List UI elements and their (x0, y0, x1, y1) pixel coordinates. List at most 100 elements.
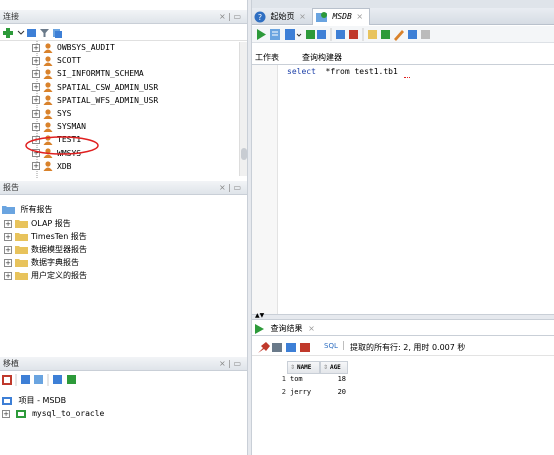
migration-project[interactable]: 项目 - MSDB (2, 394, 66, 407)
report-folder[interactable]: + OLAP 报告 (4, 217, 71, 230)
cell-name[interactable]: jerry (290, 388, 311, 396)
col-header-age-label: AGE (329, 364, 341, 371)
sql-keyword: select (287, 67, 316, 76)
sql-rest: *from test1.tb1 (325, 67, 398, 76)
expand-icon[interactable]: + (32, 69, 40, 78)
connections-scrollbar[interactable] (239, 42, 247, 176)
reports-root[interactable]: 所有报告 (2, 203, 53, 216)
cell-name[interactable]: tom (290, 375, 303, 383)
top-strip (252, 0, 554, 8)
expand-icon[interactable]: + (32, 122, 40, 131)
cell-age[interactable]: 20 (320, 388, 346, 396)
expand-icon[interactable]: + (4, 271, 12, 280)
col-header-age[interactable]: ⇕ AGE (320, 361, 348, 374)
expand-icon[interactable]: + (32, 43, 40, 52)
close-icon[interactable]: × (299, 12, 306, 21)
results-toolbar-icons[interactable] (257, 341, 312, 354)
connections-panel-controls[interactable]: × | ▭ (219, 10, 241, 23)
reports-panel-title: 报告 (3, 183, 19, 192)
expand-icon[interactable]: + (4, 219, 12, 228)
test1-highlight-circle (25, 136, 99, 155)
collapse-arrows-icon[interactable]: ▲▼ (255, 312, 264, 319)
connections-panel-title: 连接 (3, 12, 19, 21)
expand-icon[interactable]: + (4, 258, 12, 267)
user-icon (43, 108, 53, 119)
tree-item-user[interactable]: + SYS (32, 107, 71, 120)
report-folder-label: TimesTen 报告 (31, 232, 87, 241)
results-toolbar: SQL | 提取的所有行: 2, 用时 0.007 秒 (252, 339, 554, 356)
tree-item-user[interactable]: + OWBSYS_AUDIT (32, 41, 115, 54)
tab-query-results[interactable]: 查询结果 × (254, 322, 315, 336)
tab-msdb-label: MSDB (332, 12, 352, 21)
results-splitter[interactable]: ▲▼ (252, 312, 554, 320)
expand-icon[interactable]: + (4, 232, 12, 241)
cell-age[interactable]: 18 (320, 375, 346, 383)
tree-item-user[interactable]: + XDB (32, 160, 71, 173)
report-folder[interactable]: + 用户定义的报告 (4, 269, 87, 282)
user-icon (43, 69, 53, 79)
tree-item-user[interactable]: + SPATIAL_CSW_ADMIN_USR (32, 81, 158, 94)
sql-link[interactable]: SQL (324, 342, 338, 350)
tab-query-results-label: 查询结果 (270, 324, 303, 333)
sql-editor[interactable]: select *from test1.tb1 (252, 65, 554, 314)
row-number: 1 (281, 375, 286, 383)
expand-icon[interactable]: + (32, 109, 40, 118)
connections-toolbar (0, 25, 247, 41)
migration-panel-controls[interactable]: × | ▭ (219, 357, 241, 370)
sort-icon: ⇕ (290, 364, 296, 371)
close-icon[interactable]: × (356, 12, 363, 21)
connections-panel-header: 连接 × | ▭ (0, 10, 247, 24)
tab-msdb[interactable]: MSDB × (312, 8, 370, 25)
report-folder[interactable]: + TimesTen 报告 (4, 230, 87, 243)
svg-text:?: ? (258, 13, 262, 22)
tab-start-page[interactable]: ? 起始页 × (254, 9, 309, 25)
tree-item-label: SYS (57, 109, 72, 118)
tab-start-page-label: 起始页 (270, 12, 295, 21)
tree-item-label: SPATIAL_WFS_ADMIN_USR (57, 95, 159, 105)
report-folder-label: 数据字典报告 (31, 258, 79, 267)
tree-item-label: SYSMAN (57, 122, 86, 132)
start-page-icon: ? (254, 11, 266, 22)
connections-toolbar-icons[interactable] (3, 27, 63, 39)
report-folder[interactable]: + 数据模型器报告 (4, 243, 87, 256)
reports-panel-header: 报告 × | ▭ (0, 181, 247, 195)
expand-icon[interactable]: + (32, 83, 40, 92)
report-folder-label: 数据模型器报告 (31, 245, 87, 254)
tree-item-user[interactable]: + SCOTT (32, 54, 81, 67)
folder-icon (15, 272, 28, 280)
subtab-query-builder[interactable]: 查询构建器 (302, 52, 342, 63)
tree-item-user[interactable]: + SYSMAN (32, 120, 86, 133)
expand-icon[interactable]: + (32, 56, 40, 65)
expand-icon[interactable]: + (32, 162, 40, 171)
user-icon (43, 42, 53, 53)
reports-panel-controls[interactable]: × | ▭ (219, 181, 241, 194)
tree-item-label: XDB (57, 161, 72, 171)
close-icon[interactable]: × (308, 324, 315, 333)
tree-item-label: SPATIAL_CSW_ADMIN_USR (57, 82, 159, 92)
user-icon (43, 161, 53, 172)
migration-panel-header: 移植 × | ▭ (0, 357, 247, 371)
play-icon (255, 323, 264, 334)
project-icon (2, 396, 12, 405)
tree-item-user[interactable]: + SI_INFORMTN_SCHEMA (32, 67, 144, 80)
tree-item-label: SCOTT (57, 56, 82, 66)
tree-item-label: OWBSYS_AUDIT (57, 43, 115, 52)
sql-line[interactable]: select *from test1.tb1 (287, 67, 398, 76)
user-icon (43, 95, 53, 106)
expand-icon[interactable]: + (32, 96, 40, 105)
col-header-name-label: NAME (296, 364, 312, 371)
migration-toolbar-icons[interactable] (2, 374, 97, 386)
col-header-name[interactable]: ⇕ NAME (287, 361, 320, 374)
tree-item-user[interactable]: + SPATIAL_WFS_ADMIN_USR (32, 94, 158, 107)
expand-icon[interactable]: + (2, 409, 10, 418)
editor-toolbar-icons[interactable] (256, 28, 486, 41)
migration-child[interactable]: + mysql_to_oracle (2, 407, 104, 420)
worksheet-icon (316, 11, 327, 22)
results-status: 提取的所有行: 2, 用时 0.007 秒 (350, 343, 466, 352)
report-folder-label: 用户定义的报告 (31, 271, 87, 280)
expand-icon[interactable]: + (4, 245, 12, 254)
tree-item-label: SI_INFORMTN_SCHEMA (57, 69, 144, 79)
editor-tabbar: ? 起始页 × MSDB × (252, 8, 554, 25)
report-folder[interactable]: + 数据字典报告 (4, 256, 79, 269)
subtab-worksheet[interactable]: 工作表 (255, 52, 279, 63)
